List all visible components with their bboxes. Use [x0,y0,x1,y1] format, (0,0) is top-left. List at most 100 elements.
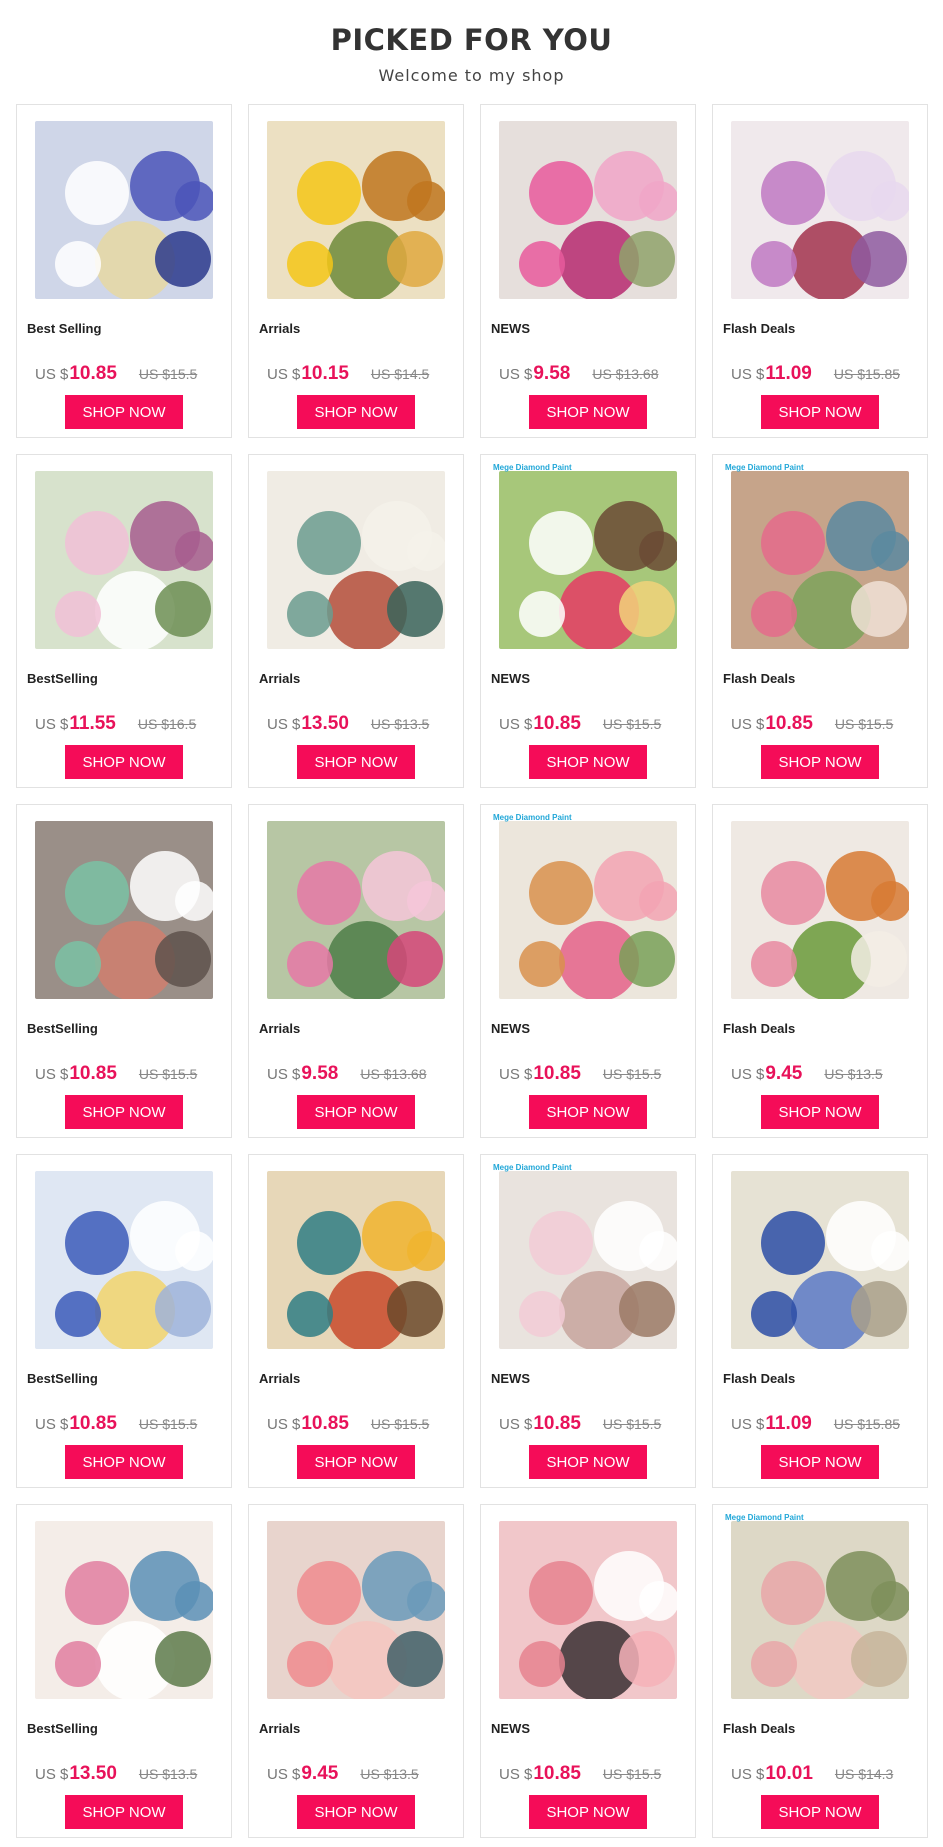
product-card[interactable]: BestSelling US $13.50 US $13.5 SHOP NOW [16,1504,232,1838]
painting-detail [387,581,443,637]
shop-now-button[interactable]: SHOP NOW [761,745,879,779]
product-image[interactable] [267,821,445,999]
product-image[interactable] [499,821,677,999]
product-card[interactable]: Mege Diamond Paint NEWS US $10.85 US $15.5 S… [480,1154,696,1488]
shop-now-button[interactable]: SHOP NOW [65,745,183,779]
shop-now-button[interactable]: SHOP NOW [65,1795,183,1829]
product-image[interactable] [499,1171,677,1349]
shop-now-button[interactable]: SHOP NOW [297,1795,415,1829]
product-image[interactable] [35,821,213,999]
product-card[interactable]: Mege Diamond Paint NEWS US $10.85 US $15.5 S… [480,804,696,1138]
sale-price: 10.85 [69,363,117,384]
painting-detail [155,1631,211,1687]
shop-now-button[interactable]: SHOP NOW [761,1445,879,1479]
product-image[interactable] [35,121,213,299]
shop-now-button[interactable]: SHOP NOW [529,1445,647,1479]
product-card[interactable]: NEWS US $9.58 US $13.68 SHOP NOW [480,104,696,438]
product-image-frame[interactable] [723,115,917,305]
product-card[interactable]: Best Selling US $10.85 US $15.5 SHOP NOW [16,104,232,438]
product-card[interactable]: Arrials US $10.85 US $15.5 SHOP NOW [248,1154,464,1488]
painting-detail [287,241,333,287]
product-card[interactable]: BestSelling US $10.85 US $15.5 SHOP NOW [16,1154,232,1488]
painting-detail [639,531,677,571]
product-image[interactable] [731,121,909,299]
painting-detail [55,1641,101,1687]
shop-now-button[interactable]: SHOP NOW [761,395,879,429]
product-card[interactable]: Arrials US $9.45 US $13.5 SHOP NOW [248,1504,464,1838]
product-image-frame[interactable] [723,465,917,655]
product-image[interactable] [731,821,909,999]
product-image-frame[interactable] [491,1515,685,1705]
product-image[interactable] [35,471,213,649]
product-card[interactable]: Arrials US $9.58 US $13.68 SHOP NOW [248,804,464,1138]
product-image-frame[interactable] [491,115,685,305]
product-image-frame[interactable] [259,1515,453,1705]
product-card[interactable]: Flash Deals US $11.09 US $15.85 SHOP NOW [712,1154,928,1488]
product-card[interactable]: Mege Diamond Paint Flash Deals US $10.85 US… [712,454,928,788]
product-image[interactable] [267,1521,445,1699]
product-image[interactable] [499,121,677,299]
product-image[interactable] [731,471,909,649]
product-card[interactable]: Mege Diamond Paint Flash Deals US $10.01 US… [712,1504,928,1838]
product-image[interactable] [731,1171,909,1349]
painting-detail [851,581,907,637]
painting-detail [529,511,593,575]
product-image-frame[interactable] [723,815,917,1005]
product-image[interactable] [267,121,445,299]
product-card[interactable]: NEWS US $10.85 US $15.5 SHOP NOW [480,1504,696,1838]
product-category-label: Flash Deals [723,1721,796,1736]
product-image[interactable] [35,1521,213,1699]
painting-detail [155,231,211,287]
shop-now-button[interactable]: SHOP NOW [529,1795,647,1829]
painting-detail [639,181,677,221]
shop-now-button[interactable]: SHOP NOW [297,1445,415,1479]
original-price: US $15.5 [602,1766,662,1782]
product-image-frame[interactable] [491,1165,685,1355]
product-image[interactable] [267,471,445,649]
product-image-frame[interactable] [259,115,453,305]
product-image-frame[interactable] [259,465,453,655]
product-card[interactable]: BestSelling US $11.55 US $16.5 SHOP NOW [16,454,232,788]
product-image[interactable] [35,1171,213,1349]
product-image-frame[interactable] [723,1165,917,1355]
shop-now-button[interactable]: SHOP NOW [297,745,415,779]
product-card[interactable]: Flash Deals US $11.09 US $15.85 SHOP NOW [712,104,928,438]
painting-detail [639,1581,677,1621]
product-image-frame[interactable] [27,465,221,655]
product-card[interactable]: Arrials US $13.50 US $13.5 SHOP NOW [248,454,464,788]
shop-now-button[interactable]: SHOP NOW [65,1445,183,1479]
product-image-frame[interactable] [27,1165,221,1355]
product-card[interactable]: Arrials US $10.15 US $14.5 SHOP NOW [248,104,464,438]
shop-now-button[interactable]: SHOP NOW [297,1095,415,1129]
product-image-frame[interactable] [491,815,685,1005]
shop-now-button[interactable]: SHOP NOW [297,395,415,429]
product-image-frame[interactable] [491,465,685,655]
product-image-frame[interactable] [723,1515,917,1705]
product-image-frame[interactable] [27,1515,221,1705]
shop-now-button[interactable]: SHOP NOW [529,395,647,429]
shop-now-button[interactable]: SHOP NOW [529,1095,647,1129]
price-row: US $10.15 US $14.5 [267,363,457,385]
product-card[interactable]: Mege Diamond Paint NEWS US $10.85 US $15.5 S… [480,454,696,788]
shop-now-button[interactable]: SHOP NOW [529,745,647,779]
product-image[interactable] [499,471,677,649]
price-row: US $10.85 US $15.5 [499,1763,689,1785]
painting-detail [529,1561,593,1625]
product-image[interactable] [731,1521,909,1699]
shop-now-button[interactable]: SHOP NOW [65,1095,183,1129]
shop-now-button[interactable]: SHOP NOW [761,1095,879,1129]
product-card[interactable]: Flash Deals US $9.45 US $13.5 SHOP NOW [712,804,928,1138]
shop-now-button[interactable]: SHOP NOW [761,1795,879,1829]
painting-detail [761,861,825,925]
sale-price: 10.85 [765,713,813,734]
product-image-frame[interactable] [259,1165,453,1355]
product-image-frame[interactable] [27,115,221,305]
product-image-frame[interactable] [259,815,453,1005]
product-image[interactable] [499,1521,677,1699]
product-card[interactable]: BestSelling US $10.85 US $15.5 SHOP NOW [16,804,232,1138]
currency-prefix: US $ [267,366,301,383]
sale-price: 10.85 [533,713,581,734]
product-image-frame[interactable] [27,815,221,1005]
shop-now-button[interactable]: SHOP NOW [65,395,183,429]
product-image[interactable] [267,1171,445,1349]
